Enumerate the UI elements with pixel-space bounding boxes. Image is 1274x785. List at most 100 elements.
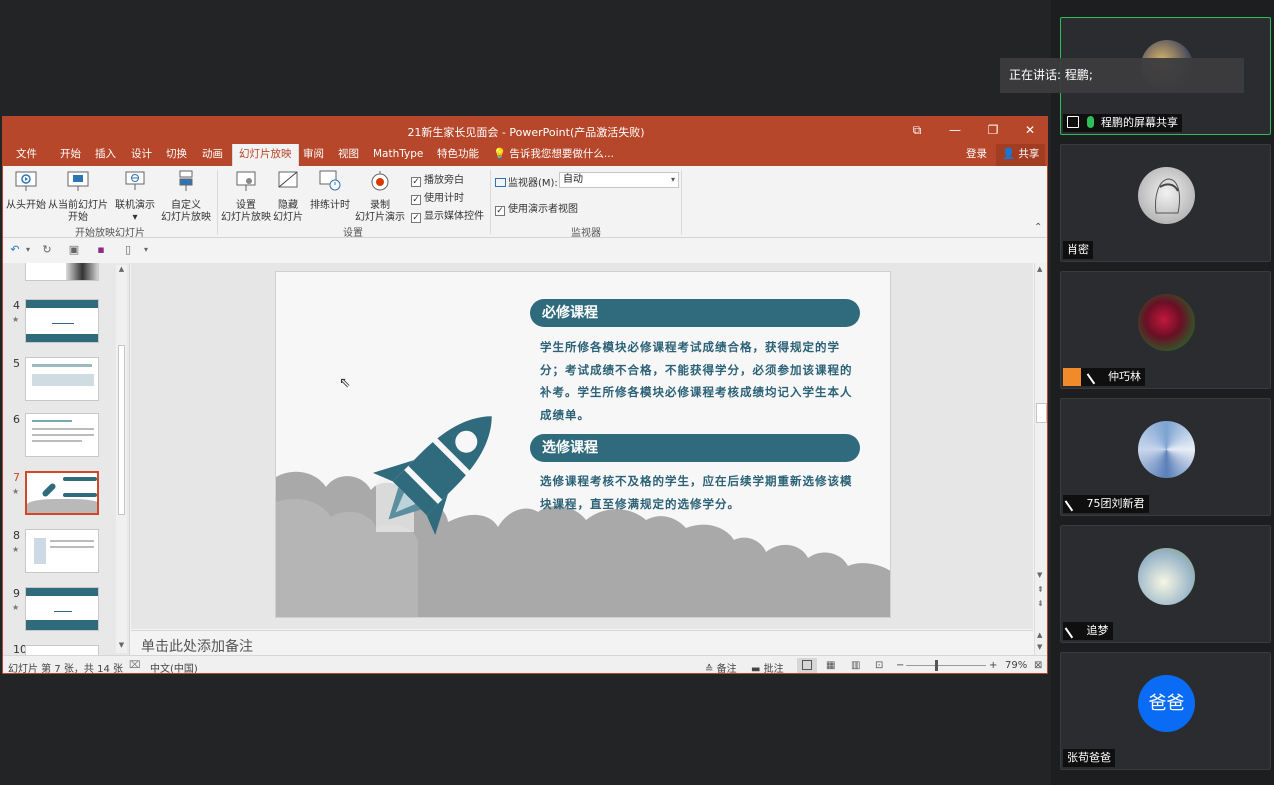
slide-number: 7 [13,471,20,484]
hide-slide-button[interactable]: 隐藏 幻灯片 [271,169,305,224]
play-narration-checkbox[interactable]: ✓ 播放旁白 [411,171,464,187]
from-current-button[interactable]: 从当前幻灯片 开始 [47,169,109,224]
microphone-muted-icon [1064,621,1082,639]
participant-name-label: 仲巧林 [1063,367,1145,386]
zoom-slider[interactable] [906,665,986,666]
scroll-down-icon[interactable]: ▼ [1037,571,1042,579]
tab-transitions[interactable]: 切换 [160,144,193,166]
tab-view[interactable]: 视图 [332,144,365,166]
group-label-monitor: 监视器 [571,228,601,239]
tab-slideshow[interactable]: 幻灯片放映 [232,144,299,166]
thumbnail-image [34,538,46,564]
zoom-in-button[interactable]: + [989,660,997,671]
slide-thumbnail[interactable] [25,357,99,401]
tab-mathtype[interactable]: MathType [367,144,429,166]
tell-me-search[interactable]: 💡 告诉我您想要做什么... [487,144,620,166]
tab-insert[interactable]: 插入 [89,144,122,166]
scroll-down-icon[interactable]: ▼ [1037,643,1042,651]
slide-vertical-scrollbar[interactable]: ▲ ▼ ⇞ ⇟ ▲ ▼ [1034,263,1047,655]
tab-home[interactable]: 开始 [54,144,87,166]
spellcheck-icon[interactable]: ⌧ [129,660,141,671]
tab-features[interactable]: 特色功能 [431,144,485,166]
previous-slide-icon[interactable]: ⇞ [1037,585,1044,594]
participant-name-label: 追梦 [1063,621,1113,640]
tab-animations[interactable]: 动画 [196,144,229,166]
fit-to-window-icon[interactable]: ⊠ [1034,660,1042,671]
rehearse-timings-icon [319,170,341,191]
language-status[interactable]: 中文(中国) [150,660,198,673]
show-media-controls-checkbox[interactable]: ✓ 显示媒体控件 [411,207,484,223]
ribbon-display-options-icon[interactable]: ⧉ [907,121,927,139]
participant-tile[interactable]: 爸爸 张苟爸爸 [1060,652,1271,770]
paragraph-required-courses: 学生所修各模块必修课程考试成绩合格，获得规定的学分；考试成绩不合格，不能获得学分… [540,340,853,422]
tab-review[interactable]: 审阅 [297,144,330,166]
undo-icon[interactable]: ↶ [9,244,21,256]
use-timings-checkbox[interactable]: ✓ 使用计时 [411,189,464,205]
slide-thumbnail-selected[interactable] [25,471,99,515]
normal-view-button[interactable] [797,658,817,673]
thumbnail-title [52,314,74,324]
slide-sorter-icon[interactable]: ▦ [826,660,835,671]
undo-dropdown-icon[interactable]: ▾ [22,244,34,256]
scroll-up-icon[interactable]: ▲ [1037,265,1042,273]
scroll-up-icon[interactable]: ▲ [116,265,127,276]
zoom-slider-thumb[interactable] [935,660,938,671]
monitor-icon [495,178,506,187]
scroll-up-icon[interactable]: ▲ [1037,631,1042,639]
zoom-out-button[interactable]: − [896,660,904,671]
collapse-ribbon-icon[interactable]: ⌃ [1034,222,1042,233]
slide-thumbnail[interactable] [25,299,99,343]
restore-button[interactable]: ❐ [983,121,1003,139]
slide-editing-canvas: 必修课程 学生所修各模块必修课程考试成绩合格，获得规定的学分；考试成绩不合格，不… [131,263,1033,629]
custom-slideshow-button[interactable]: 自定义 幻灯片放映 [157,169,215,224]
comments-toggle-button[interactable]: ▬ 批注 [751,660,784,673]
slide-scroll-thumb[interactable] [1036,403,1047,423]
presenter-view-checkbox[interactable]: ✓ 使用演示者视图 [495,200,578,216]
rocket-icon [41,482,57,498]
slide-thumbnail[interactable] [25,413,99,457]
slide-thumbnail[interactable] [25,645,99,655]
thumbnail-band [26,334,98,342]
close-button[interactable]: ✕ [1020,121,1040,139]
thumbnail-scrollbar[interactable]: ▲ ▼ [116,265,127,653]
rehearse-timings-button[interactable]: 排练计时 [307,169,353,212]
login-link[interactable]: 登录 [960,144,993,166]
participant-tile[interactable]: 仲巧林 [1060,271,1271,389]
setup-slideshow-button[interactable]: 设置 幻灯片放映 [221,169,271,224]
save-icon[interactable]: ▪ [95,244,107,256]
normal-view-icon [802,660,812,670]
monitor-select[interactable]: 自动 ▾ [559,172,679,188]
reading-view-icon[interactable]: ▥ [851,660,860,671]
record-label-1: 录制 [370,200,390,211]
slide-thumbnail[interactable] [25,587,99,631]
notes-pane[interactable]: 单击此处添加备注 [131,630,1033,655]
slideshow-view-icon[interactable]: ⊡ [875,660,883,671]
microphone-muted-icon [1086,367,1103,385]
window-title: 21新生家长见面会 - PowerPoint(产品激活失败) [407,126,645,139]
record-slideshow-button[interactable]: 录制 幻灯片演示 [351,169,409,224]
redo-icon[interactable]: ↻ [41,244,53,256]
slide-count-status: 幻灯片 第 7 张，共 14 张 [8,664,123,674]
current-slide[interactable]: 必修课程 学生所修各模块必修课程考试成绩合格，获得规定的学分；考试成绩不合格，不… [275,271,891,618]
new-document-icon[interactable]: ▯ [122,244,134,256]
thumbnail-scroll-thumb[interactable] [118,345,125,515]
start-from-beginning-icon[interactable]: ▣ [68,244,80,256]
slide-thumbnail[interactable] [25,529,99,573]
slide-thumbnail[interactable] [25,263,99,281]
participant-tile[interactable]: 75团刘新君 [1060,398,1271,516]
customize-toolbar-icon[interactable]: ▾ [140,244,152,256]
scroll-down-icon[interactable]: ▼ [116,641,127,652]
participant-tile[interactable]: 肖密 [1060,144,1271,262]
tab-design[interactable]: 设计 [125,144,158,166]
notes-toggle-button[interactable]: ≙ 备注 [705,660,737,673]
next-slide-icon[interactable]: ⇟ [1037,599,1044,608]
microphone-muted-icon [1064,494,1082,512]
participant-tile[interactable]: 追梦 [1060,525,1271,643]
tab-file[interactable]: 文件 [10,144,43,166]
from-start-button[interactable]: 从头开始 [5,169,47,212]
share-button[interactable]: 👤 共享 [996,144,1046,166]
minimize-button[interactable]: — [945,121,965,139]
online-present-button[interactable]: 联机演示 ▾ [113,169,157,224]
zoom-level[interactable]: 79% [1005,660,1027,671]
participant-name: 肖密 [1067,243,1089,256]
